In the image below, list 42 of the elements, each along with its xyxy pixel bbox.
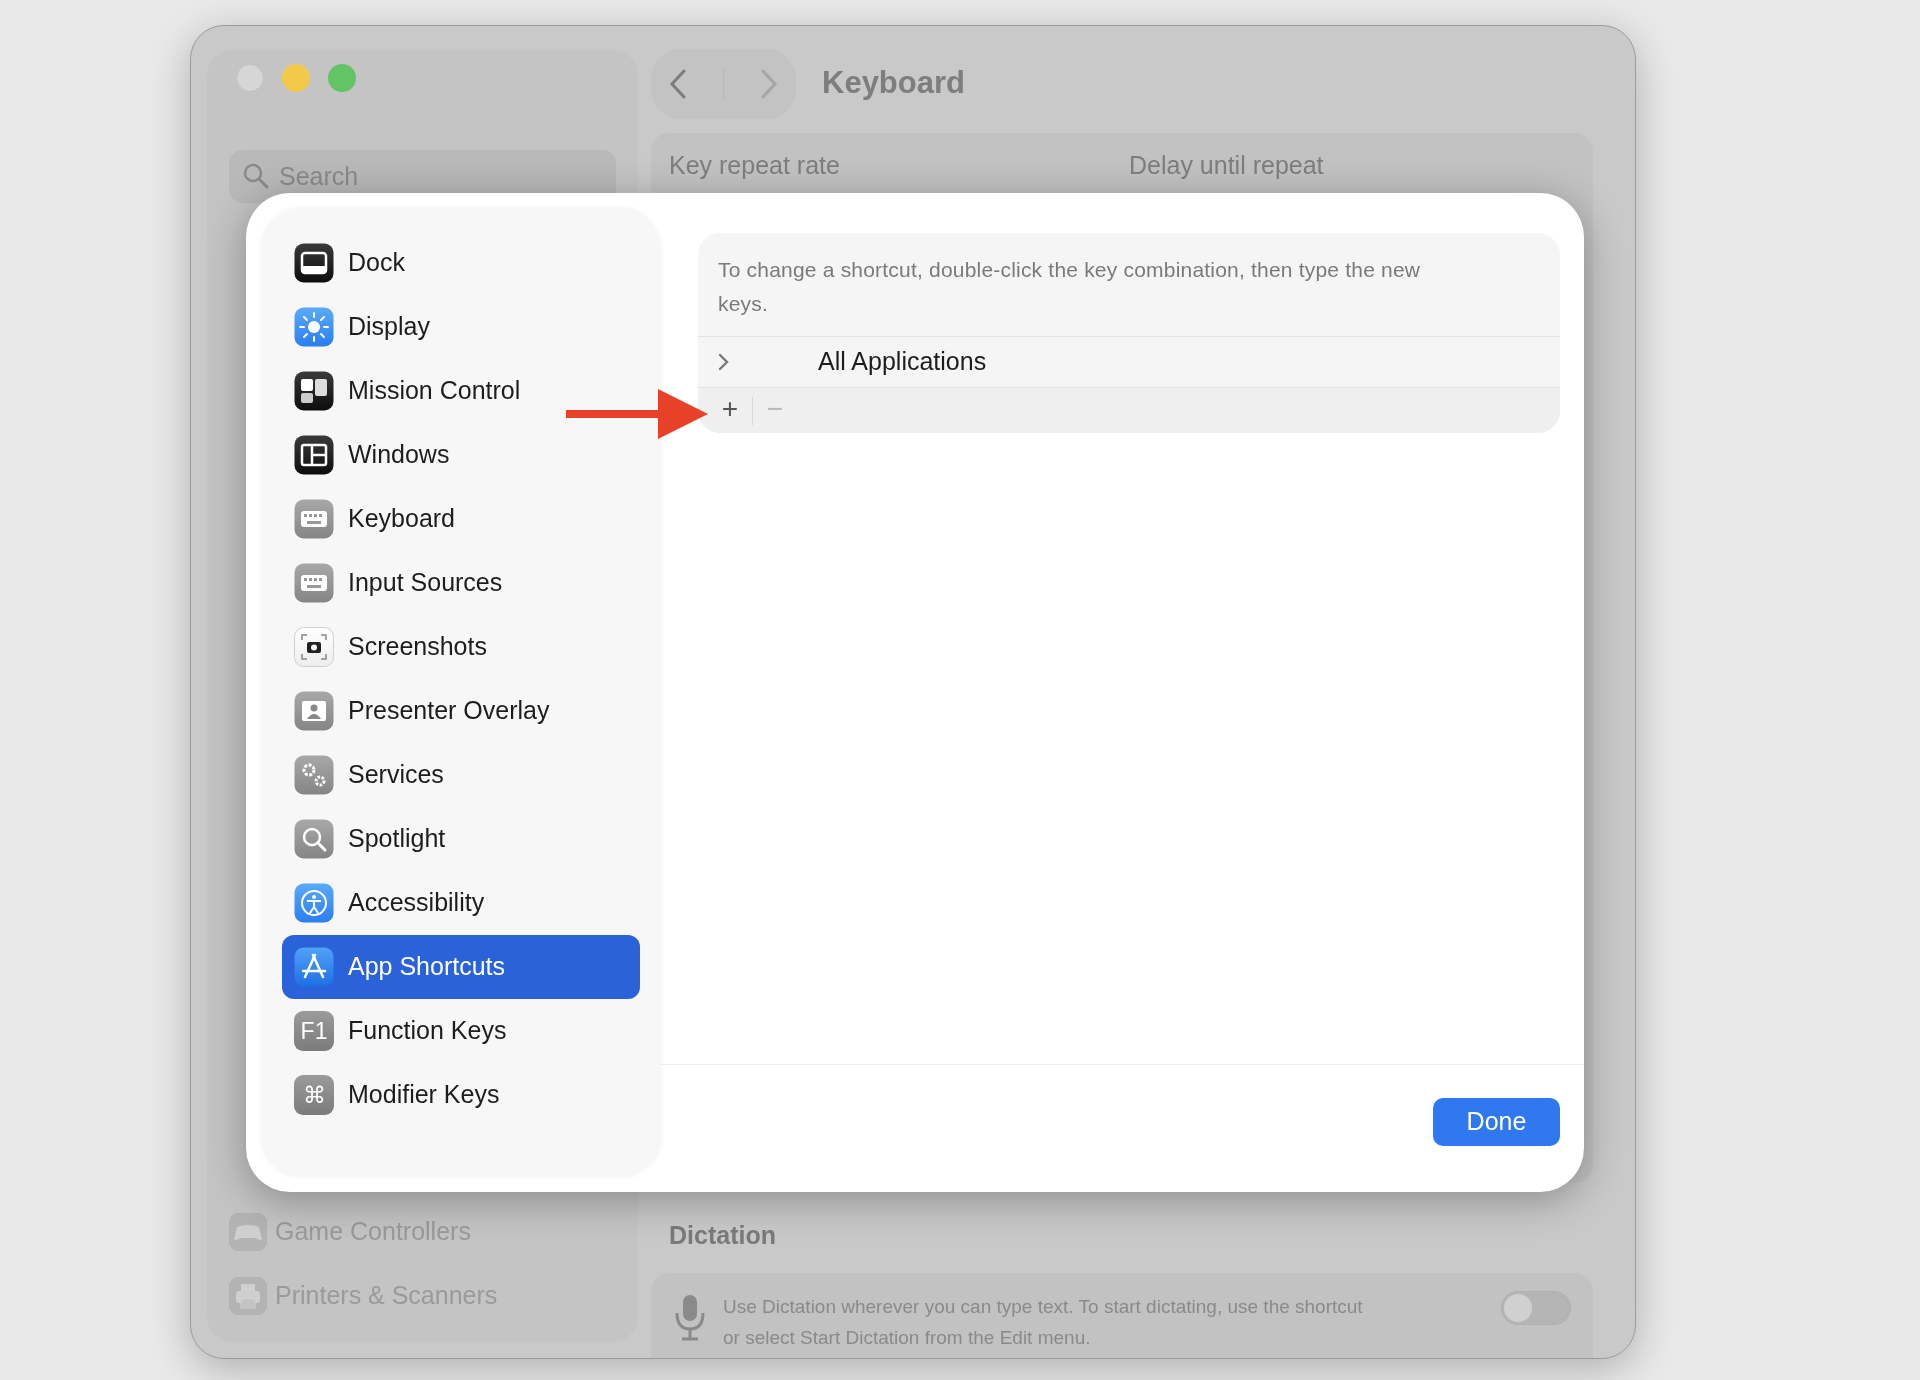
sidebar-item[interactable]: App Shortcuts [282, 935, 640, 999]
microphone-icon [673, 1292, 707, 1343]
sidebar-item[interactable]: Display [282, 295, 640, 359]
sidebar-item[interactable]: Windows [282, 423, 640, 487]
sidebar-item[interactable]: F1 Function Keys [282, 999, 640, 1063]
minimize-button[interactable] [282, 64, 310, 92]
camera-icon [294, 627, 334, 667]
hint-text: To change a shortcut, double-click the key combination, then type the new keys. [717, 257, 1422, 317]
app-store-icon [294, 947, 334, 987]
sidebar-item[interactable]: Keyboard [282, 487, 640, 551]
window-icon [294, 435, 334, 475]
sidebar-item[interactable]: Services [282, 743, 640, 807]
sidebar-item[interactable]: Accessibility [282, 871, 640, 935]
navigation-buttons[interactable] [651, 48, 796, 119]
sidebar-item[interactable]: Input Sources [282, 551, 640, 615]
description-text: Use Dictation wherever you can type text. To start dictating, use the shortcut or select Start Dictation from the Edit menu. [723, 1294, 1364, 1350]
sidebar-item[interactable]: Screenshots [282, 615, 640, 679]
windows-grid-icon [294, 371, 334, 411]
sidebar-item[interactable]: Mission Control [282, 359, 640, 423]
dock-icon [294, 243, 334, 283]
done-button[interactable]: Done [1433, 1097, 1560, 1146]
accessibility-icon [294, 883, 334, 923]
add-button[interactable]: + [708, 394, 752, 427]
section-heading: Dictation [669, 1220, 777, 1251]
gears-icon [294, 755, 334, 795]
keyboard-icon [294, 563, 334, 603]
key-icon: F1 [294, 1011, 334, 1051]
search-icon [241, 161, 271, 191]
keyboard-icon [294, 499, 334, 539]
sidebar-item[interactable]: Presenter Overlay [282, 679, 640, 743]
setting-label: Delay until repeat [1129, 150, 1324, 181]
person-icon [294, 691, 334, 731]
sun-icon [294, 307, 334, 347]
zoom-button[interactable] [328, 64, 356, 92]
sidebar-item[interactable]: Spotlight [282, 807, 640, 871]
sidebar-item[interactable]: ⌘ Modifier Keys [282, 1063, 640, 1127]
sidebar-item[interactable]: Dock [282, 231, 640, 295]
toggle-switch[interactable] [1501, 1290, 1571, 1325]
key-icon: ⌘ [294, 1075, 334, 1115]
setting-label: Key repeat rate [669, 150, 841, 181]
window-title: Keyboard [822, 64, 965, 103]
search-icon [294, 819, 334, 859]
